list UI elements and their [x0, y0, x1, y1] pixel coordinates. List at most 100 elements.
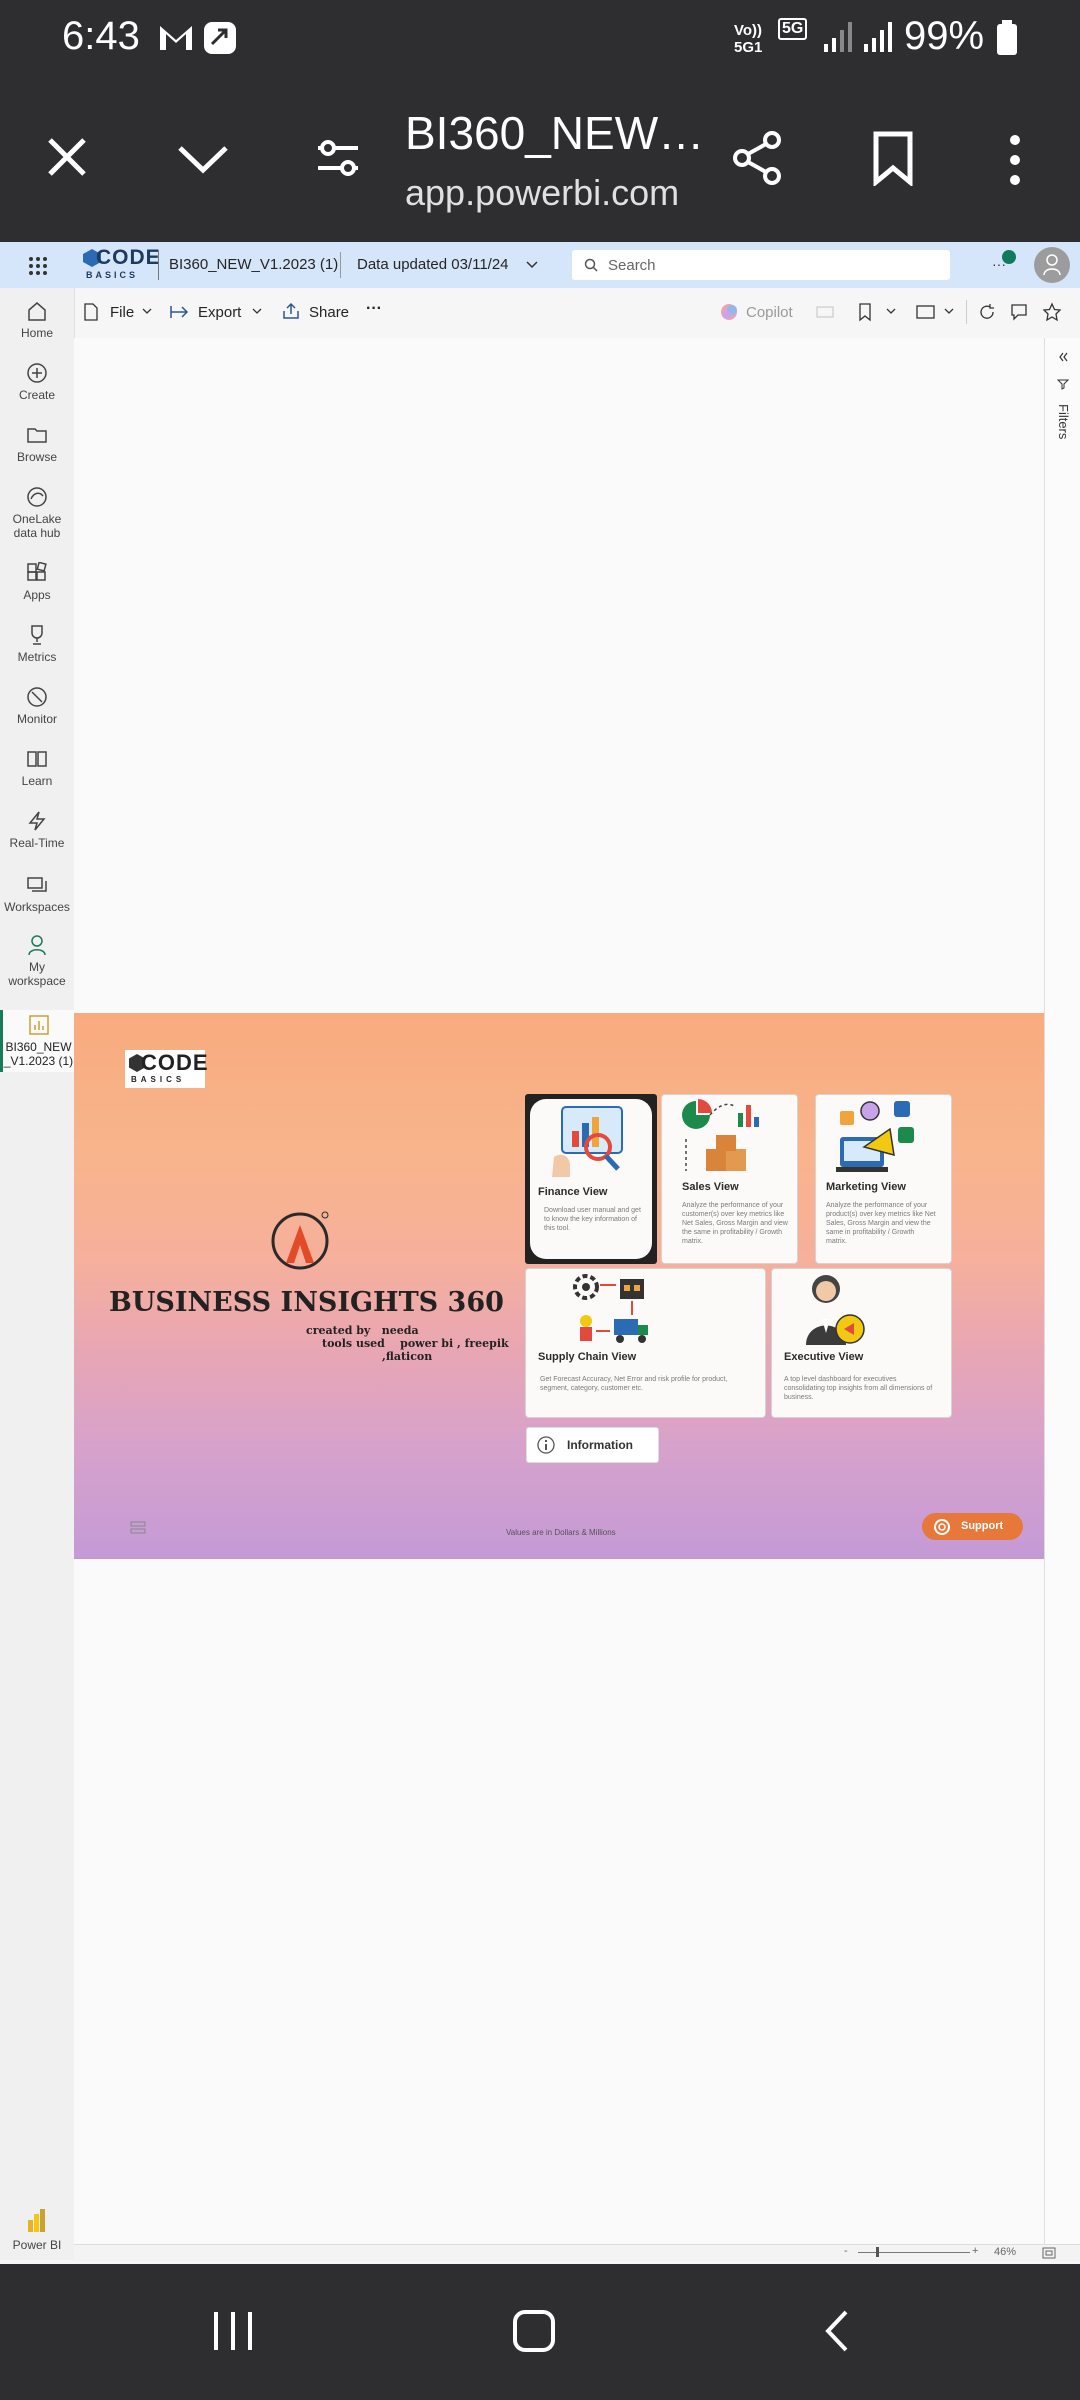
supply-chain-view-card[interactable]: Supply Chain View Get Forecast Accuracy,… — [525, 1268, 766, 1418]
marketing-view-card[interactable]: Marketing View Analyze the performance o… — [815, 1094, 952, 1264]
battery-icon — [997, 20, 1017, 55]
supply-chain-view-title: Supply Chain View — [538, 1351, 637, 1363]
chevron-down-icon[interactable] — [176, 144, 230, 174]
nav-monitor[interactable]: Monitor — [0, 686, 74, 726]
nav-apps[interactable]: Apps — [0, 562, 74, 602]
nav-label: Browse — [16, 450, 57, 464]
signal-icon-1 — [824, 22, 852, 52]
system-nav-bar — [0, 2264, 1080, 2400]
left-navigation: Home Create Browse OneLake data hub Apps… — [0, 288, 75, 2260]
chevron-down-icon[interactable] — [944, 308, 954, 316]
bookmark-navigator-icon[interactable] — [130, 1521, 146, 1535]
nav-label: Monitor — [16, 712, 57, 726]
favorite-star-icon[interactable] — [1042, 302, 1062, 322]
information-button[interactable]: Information — [526, 1427, 659, 1463]
app-launcher-icon[interactable] — [28, 256, 48, 276]
zoom-slider-thumb[interactable] — [876, 2247, 879, 2257]
filters-pane[interactable]: Filters — [1044, 338, 1080, 2260]
nav-label: Learn — [21, 774, 53, 788]
nav-powerbi[interactable]: Power BI — [0, 2208, 74, 2252]
chevron-down-icon[interactable] — [526, 260, 538, 270]
refresh-icon[interactable] — [978, 303, 996, 321]
nav-home[interactable]: Home — [0, 300, 74, 340]
share-icon[interactable] — [730, 130, 786, 186]
search-icon — [584, 258, 598, 272]
report-title: BUSINESS INSIGHTS 360 — [109, 1287, 504, 1318]
chevron-left-icon[interactable] — [1059, 352, 1069, 362]
more-toolbar-button[interactable]: ··· — [366, 300, 382, 318]
more-options-icon[interactable] — [1006, 134, 1024, 186]
status-bar: 6:43 Vo)) 5G1 5G 99% — [0, 0, 1080, 78]
info-icon — [537, 1436, 555, 1454]
nav-label: Metrics — [17, 650, 57, 664]
marketing-megaphone-icon — [836, 1101, 914, 1172]
codebasics-logo: CODE BASICS — [125, 1050, 208, 1088]
network-type: 5G — [778, 18, 808, 40]
close-icon[interactable] — [46, 136, 88, 178]
file-icon — [84, 303, 98, 321]
report-name[interactable]: BI360_NEW_V1.2023 (1) — [169, 256, 338, 273]
executive-view-card[interactable]: Executive View A top level dashboard for… — [771, 1268, 952, 1418]
monitor-icon — [27, 687, 47, 707]
avatar[interactable] — [1034, 247, 1070, 283]
nav-browse[interactable]: Browse — [0, 424, 74, 464]
nav-current-report[interactable]: BI360_NEW _V1.2023 (1) — [0, 1010, 74, 1072]
sales-view-title: Sales View — [682, 1181, 739, 1193]
zoom-in-button[interactable]: + — [972, 2245, 978, 2257]
nav-my-workspace[interactable]: My workspace — [0, 934, 74, 988]
share-button[interactable]: Share — [309, 304, 349, 321]
marketing-view-desc: Analyze the performance of your product(… — [826, 1202, 936, 1245]
bookmark-icon[interactable] — [858, 302, 872, 322]
nav-realtime[interactable]: Real-Time — [0, 810, 74, 850]
book-icon — [27, 751, 47, 767]
page-url[interactable]: app.powerbi.com — [405, 172, 679, 214]
nav-create[interactable]: Create — [0, 362, 74, 402]
sales-view-card[interactable]: Sales View Analyze the performance of yo… — [661, 1094, 798, 1264]
volte-indicator: Vo)) 5G1 — [734, 22, 763, 56]
nav-label: Apps — [23, 588, 51, 602]
apps-icon — [27, 562, 47, 581]
nav-workspaces[interactable]: Workspaces — [0, 874, 74, 914]
brand-logo-icon — [271, 1211, 329, 1270]
file-menu[interactable]: File — [110, 304, 134, 321]
nav-metrics[interactable]: Metrics — [0, 624, 74, 664]
nav-learn[interactable]: Learn — [0, 748, 74, 788]
executive-icon — [806, 1275, 865, 1345]
status-time: 6:43 — [62, 14, 140, 58]
export-menu[interactable]: Export — [198, 304, 241, 321]
finance-view-card[interactable]: Finance View Download user manual and ge… — [525, 1094, 657, 1264]
nav-label: My workspace — [8, 960, 66, 988]
folder-icon — [27, 428, 47, 443]
data-updated[interactable]: Data updated 03/11/24 — [357, 256, 509, 273]
comment-icon[interactable] — [1010, 303, 1028, 321]
fit-to-page-icon[interactable] — [1042, 2247, 1056, 2259]
nav-label: Home — [20, 326, 53, 340]
sales-chart-icon — [682, 1099, 759, 1171]
onelake-icon — [27, 487, 47, 507]
nav-label: BI360_NEW _V1.2023 (1) — [3, 1040, 74, 1068]
support-button[interactable]: Support — [922, 1513, 1023, 1540]
home-button-icon[interactable] — [511, 2308, 557, 2354]
zoom-slider[interactable] — [858, 2252, 970, 2253]
copilot-icon — [721, 304, 737, 320]
marketing-view-title: Marketing View — [826, 1181, 906, 1193]
search-box[interactable]: Search — [572, 250, 950, 280]
zoom-out-button[interactable]: - — [844, 2245, 848, 2257]
logo-text-top: CODE — [141, 1050, 209, 1075]
workspaces-icon — [27, 877, 47, 892]
bookmark-icon[interactable] — [872, 130, 914, 186]
recent-apps-icon[interactable] — [210, 2308, 256, 2354]
comment-icon[interactable] — [816, 306, 834, 318]
copilot-button[interactable]: Copilot — [746, 304, 793, 321]
nav-onelake[interactable]: OneLake data hub — [0, 486, 74, 540]
codebasics-logo[interactable]: CODE BASICS — [82, 246, 160, 282]
back-icon[interactable] — [820, 2308, 854, 2354]
chevron-down-icon[interactable] — [142, 308, 152, 316]
chevron-down-icon[interactable] — [252, 308, 262, 316]
created-by: created by needa — [306, 1324, 419, 1337]
view-icon[interactable] — [916, 304, 936, 320]
supply-chain-view-desc: Get Forecast Accuracy, Net Error and ris… — [540, 1376, 728, 1392]
chevron-down-icon[interactable] — [886, 308, 896, 316]
page-settings-icon[interactable] — [314, 136, 362, 180]
search-input[interactable]: Search — [608, 257, 656, 274]
